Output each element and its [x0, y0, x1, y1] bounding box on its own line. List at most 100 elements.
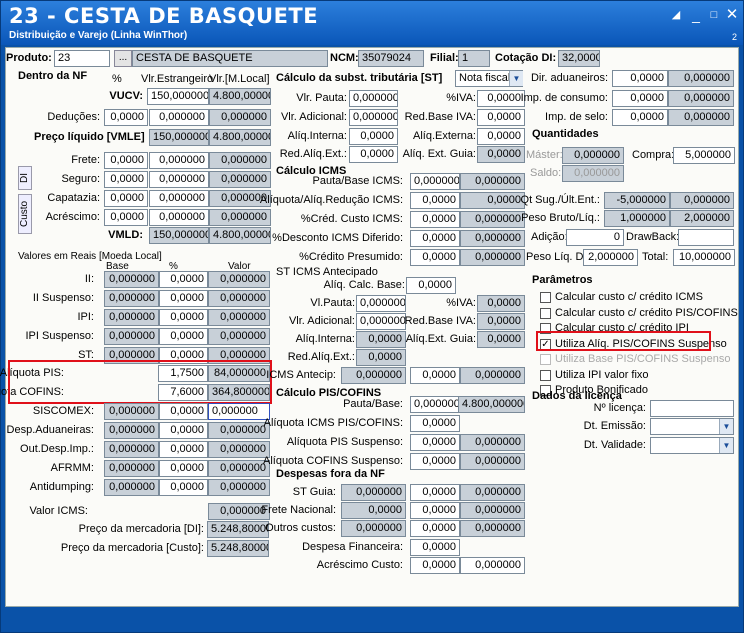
- despesas-title: Despesas fora da NF: [276, 468, 385, 480]
- icms-row-v2-field: 0,0000: [460, 192, 525, 209]
- dir-aduaneiros1-field[interactable]: 0,0000: [612, 70, 668, 87]
- pis-base-label: Pauta/Base:: [343, 398, 403, 410]
- icms-row-v2-field: 0,000000: [460, 173, 525, 190]
- icms-row-v1-field[interactable]: 0,0000: [410, 230, 460, 247]
- peso-liq-di-field[interactable]: 2,000000: [583, 249, 638, 266]
- imp-selo2-field: 0,000000: [668, 109, 734, 126]
- close-icon[interactable]: ✕: [723, 7, 741, 23]
- reais-row-pct-field[interactable]: 0,0000: [159, 271, 208, 288]
- st-aliqext-label: Alíq.Externa:: [413, 130, 476, 142]
- left-row-est-field[interactable]: 0,000000: [149, 171, 209, 188]
- reais-row-base-field: 0,000000: [104, 403, 159, 420]
- st-pauta-field[interactable]: 0,000000: [349, 90, 398, 107]
- stant-antecip2-field[interactable]: 0,0000: [410, 367, 460, 384]
- tab-custo[interactable]: Custo: [18, 194, 32, 234]
- tab-di[interactable]: DI: [18, 166, 32, 190]
- left-row-est-field[interactable]: 0,000000: [149, 190, 209, 207]
- icms-row-v1-field[interactable]: 0,0000: [410, 211, 460, 228]
- qt-sug1-field: -5,000000: [604, 192, 670, 209]
- maximize-icon[interactable]: □: [705, 7, 723, 23]
- pis-row-v1-field[interactable]: 0,0000: [410, 453, 460, 470]
- param-checkbox[interactable]: [540, 307, 551, 319]
- restore-icon[interactable]: ◢: [667, 7, 685, 23]
- left-row-pct-field[interactable]: 0,0000: [104, 152, 148, 169]
- left-row-pct-field[interactable]: 0,0000: [104, 209, 148, 226]
- left-row-est-field[interactable]: 0,000000: [149, 209, 209, 226]
- st-redext-field[interactable]: 0,0000: [349, 146, 398, 163]
- stant-pauta-field[interactable]: 0,000000: [356, 295, 406, 312]
- chevron-down-icon[interactable]: ▼: [719, 419, 733, 434]
- st-adicional-field[interactable]: 0,000000: [349, 109, 398, 126]
- st-iva-field[interactable]: 0,0000: [477, 90, 525, 107]
- n-licenca-field[interactable]: [650, 400, 734, 417]
- pct-header: %: [112, 73, 122, 85]
- stant-calc-field[interactable]: 0,0000: [406, 277, 456, 294]
- param-checkbox[interactable]: [540, 292, 551, 303]
- despesa-row-v2-field[interactable]: 0,0000: [410, 502, 460, 519]
- icms-row-v1-field[interactable]: 0,0000: [410, 192, 460, 209]
- st-aliqint-field[interactable]: 0,0000: [349, 128, 398, 145]
- deducoes-pct-field[interactable]: 0,0000: [104, 109, 148, 126]
- despesa-row-v2-field[interactable]: 0,0000: [410, 520, 460, 537]
- window-subtitle: Distribuição e Varejo (Linha WinThor): [9, 30, 188, 41]
- imp-consumo1-field[interactable]: 0,0000: [612, 90, 668, 107]
- reais-row-pct-field[interactable]: 0,0000: [159, 290, 208, 307]
- stant-antecip3-field: 0,000000: [460, 367, 525, 384]
- imp-selo-label: Imp. de selo:: [545, 111, 608, 123]
- adicao-field[interactable]: 0: [566, 229, 624, 246]
- produto-code-field[interactable]: 23: [54, 50, 110, 67]
- produto-desc-field: CESTA DE BASQUETE: [132, 50, 328, 67]
- reais-row-pct-field[interactable]: 0,0000: [159, 441, 208, 458]
- dt-emissao-label: Dt. Emissão:: [583, 420, 646, 432]
- chevron-down-icon[interactable]: ▼: [509, 71, 523, 86]
- pis-base1-field[interactable]: 0,000000: [410, 396, 460, 413]
- despesa-financeira-field[interactable]: 0,0000: [410, 539, 460, 556]
- reais-row-valor-field: 0,000000: [208, 403, 270, 420]
- imp-selo1-field[interactable]: 0,0000: [612, 109, 668, 126]
- minimize-icon[interactable]: _: [687, 7, 705, 23]
- compra-field[interactable]: 5,000000: [673, 147, 735, 164]
- master-label: Máster:: [526, 149, 563, 161]
- reais-row-pct-field[interactable]: 0,0000: [159, 460, 208, 477]
- st-redext-label: Red.Alíq.Ext.:: [279, 148, 347, 160]
- pis-row-v1-field[interactable]: 0,0000: [410, 415, 460, 432]
- st-iva-label: %IVA:: [446, 92, 476, 104]
- total-field[interactable]: 10,000000: [673, 249, 735, 266]
- st-aliqext-field[interactable]: 0,0000: [477, 128, 525, 145]
- reais-row-pct-field[interactable]: 0,0000: [159, 422, 208, 439]
- left-row-pct-field[interactable]: 0,0000: [104, 190, 148, 207]
- acrescimo-custo-label: Acréscimo Custo:: [316, 559, 403, 571]
- deducoes-loc-field: 0,000000: [209, 109, 271, 126]
- st-redbase-field[interactable]: 0,0000: [477, 109, 525, 126]
- highlight-pis-cofins-suspenso: [536, 331, 711, 351]
- ncm-field: 35079024: [358, 50, 424, 67]
- despesa-row-v3-field: 0,000000: [460, 502, 525, 519]
- reais-row-pct-field[interactable]: 0,0000: [159, 479, 208, 496]
- drawback-field[interactable]: [678, 229, 734, 246]
- pis-row-v1-field[interactable]: 0,0000: [410, 434, 460, 451]
- stant-guia-field: 0,0000: [477, 331, 525, 348]
- qt-sug2-field: 0,000000: [670, 192, 734, 209]
- left-row-label: Seguro:: [61, 173, 100, 185]
- adicao-label: Adição:: [531, 231, 568, 243]
- acrescimo-custo2-field[interactable]: 0,000000: [460, 557, 525, 574]
- vucv-est-field[interactable]: 150,000000: [147, 88, 209, 105]
- chevron-down-icon[interactable]: ▼: [719, 438, 733, 453]
- icms-row-v1-field[interactable]: 0,0000: [410, 249, 460, 266]
- acrescimo-custo1-field[interactable]: 0,0000: [410, 557, 460, 574]
- stant-adicional-field[interactable]: 0,000000: [356, 313, 406, 330]
- reais-row-pct-field[interactable]: 0,0000: [159, 328, 208, 345]
- vmld-est-field: 150,000000: [149, 227, 209, 244]
- left-row-est-field[interactable]: 0,000000: [149, 152, 209, 169]
- stant-redext-label: Red.Alíq.Ext.:: [287, 351, 355, 363]
- param-checkbox[interactable]: [540, 369, 551, 381]
- dir-aduaneiros2-field: 0,000000: [668, 70, 734, 87]
- icms-row-v1-field[interactable]: 0,000000: [410, 173, 460, 190]
- st-title: Cálculo da subst. tributária [ST]: [276, 72, 443, 84]
- left-row-pct-field[interactable]: 0,0000: [104, 171, 148, 188]
- reais-row-pct-field[interactable]: 0,0000: [159, 309, 208, 326]
- deducoes-est-field[interactable]: 0,000000: [149, 109, 209, 126]
- produto-search-button[interactable]: ...: [114, 50, 132, 67]
- reais-row-pct-field[interactable]: 0,0000: [159, 403, 208, 420]
- despesa-row-v2-field[interactable]: 0,0000: [410, 484, 460, 501]
